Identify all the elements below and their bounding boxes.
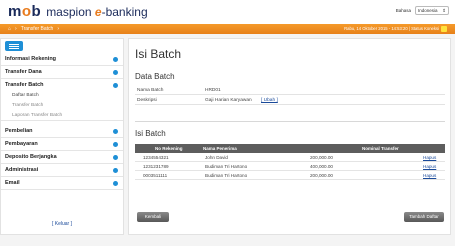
sidebar-item-email[interactable]: Email	[1, 178, 123, 190]
sidebar-item-pembayaran[interactable]: Pembayaran	[1, 139, 123, 151]
column-header: Nama Penerima	[203, 146, 237, 151]
table-row: 1234554321 John David 200,000.00 Hapus	[135, 153, 445, 162]
main-panel: Isi Batch Data Batch Nama Batch HRD01 De…	[128, 38, 451, 235]
sidebar-item-transfer-dana[interactable]: Transfer Dana	[1, 67, 123, 79]
sidebar-item-administrasi[interactable]: Administrasi	[1, 165, 123, 177]
connection-status-icon	[441, 26, 447, 32]
expand-icon	[113, 57, 118, 62]
cell-amount: 400,000.00	[310, 164, 333, 169]
cell-account: 1231231789	[143, 164, 169, 169]
column-header: No Rekening	[155, 146, 183, 151]
logo: mob maspion e-banking	[8, 3, 148, 21]
sidebar: Informasi Rekening Transfer Dana Transfe…	[0, 38, 124, 235]
language-picker: Bahasa Indonesia ⇕	[396, 6, 449, 15]
logo-mob: mob	[8, 3, 42, 20]
cell-account: 0003511111	[143, 173, 168, 178]
section-title-data-batch: Data Batch	[135, 72, 175, 81]
expand-icon	[113, 83, 118, 88]
sidebar-item-informasi-rekening[interactable]: Informasi Rekening	[1, 54, 123, 66]
expand-icon	[113, 70, 118, 75]
expand-icon	[113, 181, 118, 186]
sidebar-subitem-daftar-batch[interactable]: Daftar Batch	[1, 91, 123, 100]
session-info: Rabu, 14 Oktober 2015 - 14:53:20 | Statu…	[344, 25, 447, 33]
sidebar-item-deposito-berjangka[interactable]: Deposito Berjangka	[1, 152, 123, 164]
cell-amount: 200,000.00	[310, 155, 333, 160]
navbar: ⌂ › Transfer Batch › Rabu, 14 Oktober 20…	[0, 24, 455, 34]
back-button[interactable]: Kembali	[137, 212, 169, 222]
sidebar-item-pembelian[interactable]: Pembelian	[1, 126, 123, 138]
field-label: Nama Batch	[137, 88, 164, 93]
table-header: No Rekening Nama Penerima Nominal Transf…	[135, 144, 445, 153]
sidebar-subitem-transfer-batch[interactable]: Transfer Batch	[1, 101, 123, 110]
field-value: Gaji Harian Karyawan	[205, 98, 252, 103]
add-list-button[interactable]: Tambah Daftar	[404, 212, 444, 222]
app-window: mob maspion e-banking Bahasa Indonesia ⇕…	[0, 0, 455, 246]
home-icon[interactable]: ⌂	[8, 25, 11, 33]
language-select[interactable]: Indonesia ⇕	[415, 6, 449, 15]
logo-brand: maspion e-banking	[46, 5, 148, 19]
edit-description-link[interactable]: [ Ubah ]	[261, 96, 278, 105]
expand-icon	[113, 155, 118, 160]
delete-link[interactable]: Hapus	[423, 153, 436, 162]
expand-icon	[113, 129, 118, 134]
field-row-nama-batch: Nama Batch HRD01	[135, 86, 445, 95]
breadcrumb-separator-icon: ›	[15, 26, 17, 32]
cell-name: Budiman Tri Hartono	[205, 164, 248, 169]
chevron-down-icon: ⇕	[442, 8, 446, 13]
field-label: Deskripsi	[137, 98, 157, 103]
divider	[135, 121, 445, 122]
cell-name: John David	[205, 155, 228, 160]
cell-account: 1234554321	[143, 155, 169, 160]
language-label: Bahasa	[395, 8, 411, 13]
breadcrumb: ⌂ › Transfer Batch ›	[8, 25, 59, 33]
field-row-deskripsi: Deskripsi Gaji Harian Karyawan [ Ubah ]	[135, 96, 445, 105]
breadcrumb-separator-icon: ›	[57, 26, 59, 32]
section-title-isi-batch: Isi Batch	[135, 129, 166, 138]
table-row: 1231231789 Budiman Tri Hartono 400,000.0…	[135, 162, 445, 171]
header: mob maspion e-banking Bahasa Indonesia ⇕	[0, 0, 455, 24]
cell-name: Budiman Tri Hartono	[205, 173, 248, 178]
column-header: Nominal Transfer	[362, 146, 399, 151]
delete-link[interactable]: Hapus	[423, 171, 436, 180]
sidebar-subitem-laporan-transfer-batch[interactable]: Laporan Transfer Batch	[1, 111, 123, 121]
breadcrumb-current: Transfer Batch	[20, 26, 54, 32]
table-row: 0003511111 Budiman Tri Hartono 200,000.0…	[135, 171, 445, 180]
expand-icon	[113, 142, 118, 147]
menu-icon[interactable]	[5, 41, 23, 51]
delete-link[interactable]: Hapus	[423, 162, 436, 171]
expand-icon	[113, 168, 118, 173]
cell-amount: 200,000.00	[310, 173, 333, 178]
page-title: Isi Batch	[135, 47, 182, 61]
field-value: HRD01	[205, 88, 221, 93]
logout-link[interactable]: [ Keluar ]	[1, 221, 123, 227]
